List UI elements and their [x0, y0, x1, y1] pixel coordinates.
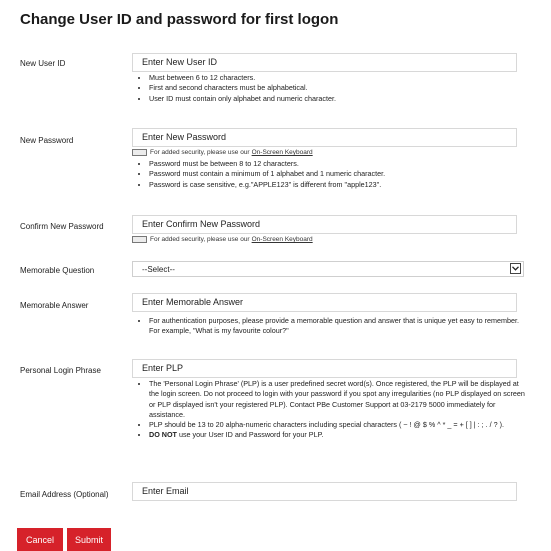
chevron-down-icon[interactable] [510, 263, 521, 274]
keyboard-icon[interactable] [132, 149, 147, 156]
memorable-answer-rules: For authentication purposes, please prov… [140, 316, 529, 337]
keyboard-note-text: For added security, please use our [150, 149, 250, 156]
rule-item: PLP should be 13 to 20 alpha-numeric cha… [149, 420, 529, 430]
select-value: --Select-- [142, 265, 175, 274]
cancel-button[interactable]: Cancel [17, 528, 63, 551]
rule-item: Password must contain a minimum of 1 alp… [149, 169, 385, 179]
rule-item: The 'Personal Login Phrase' (PLP) is a u… [149, 379, 529, 420]
memorable-answer-input[interactable]: Enter Memorable Answer [132, 293, 517, 312]
memorable-question-label: Memorable Question [20, 266, 95, 275]
submit-button[interactable]: Submit [67, 528, 111, 551]
rule-item: User ID must contain only alphabet and n… [149, 94, 336, 104]
rule-item: Password is case sensitive, e.g."APPLE12… [149, 180, 385, 190]
email-label: Email Address (Optional) [20, 490, 109, 499]
user-id-rules: Must between 6 to 12 characters. First a… [140, 73, 336, 104]
user-id-input[interactable]: Enter New User ID [132, 53, 517, 72]
confirm-keyboard-note: For added security, please use our On-Sc… [132, 236, 313, 243]
rule-item: DO NOT use your User ID and Password for… [149, 430, 529, 440]
warning-text: use your User ID and Password for your P… [176, 430, 324, 440]
page-title: Change User ID and password for first lo… [20, 11, 339, 28]
email-input[interactable]: Enter Email [132, 482, 517, 501]
keyboard-note-text: For added security, please use our [150, 236, 250, 243]
plp-rules: The 'Personal Login Phrase' (PLP) is a u… [140, 379, 529, 441]
memorable-answer-label: Memorable Answer [20, 301, 89, 310]
warning-bold: DO NOT [149, 430, 177, 440]
rule-item: First and second characters must be alph… [149, 83, 336, 93]
memorable-question-select[interactable]: --Select-- [132, 261, 524, 277]
keyboard-icon[interactable] [132, 236, 147, 243]
new-password-label: New Password [20, 136, 74, 145]
rule-item: Must between 6 to 12 characters. [149, 73, 336, 83]
plp-input[interactable]: Enter PLP [132, 359, 517, 378]
password-rules: Password must be between 8 to 12 charact… [140, 159, 385, 190]
new-password-input[interactable]: Enter New Password [132, 128, 517, 147]
plp-label: Personal Login Phrase [20, 366, 101, 375]
rule-item: Password must be between 8 to 12 charact… [149, 159, 385, 169]
confirm-password-input[interactable]: Enter Confirm New Password [132, 215, 517, 234]
user-id-label: New User ID [20, 59, 66, 68]
rule-item: For authentication purposes, please prov… [149, 316, 529, 337]
on-screen-keyboard-link[interactable]: On-Screen Keyboard [252, 236, 313, 243]
on-screen-keyboard-link[interactable]: On-Screen Keyboard [252, 149, 313, 156]
password-keyboard-note: For added security, please use our On-Sc… [132, 149, 313, 156]
confirm-password-label: Confirm New Password [20, 222, 104, 231]
